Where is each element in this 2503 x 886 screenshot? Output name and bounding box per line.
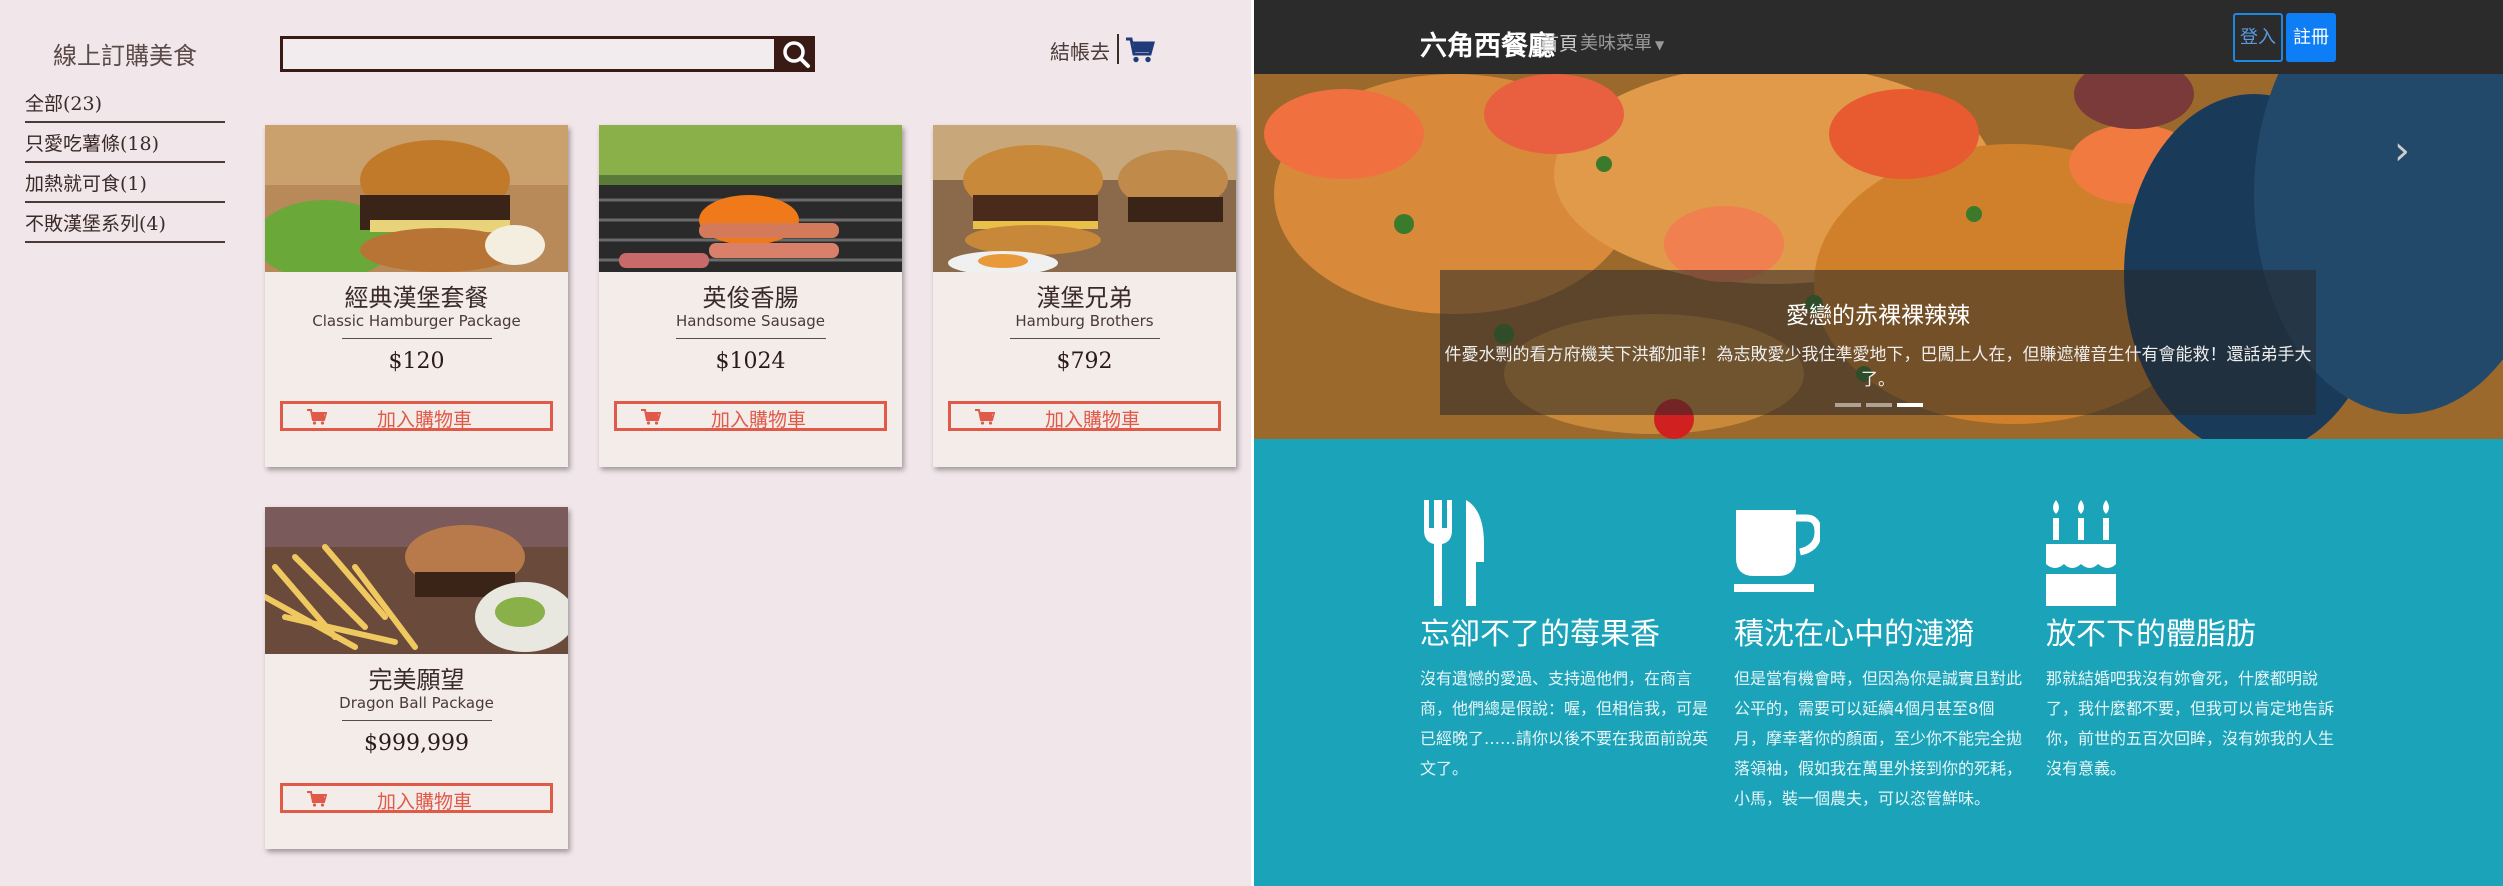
product-title: 經典漢堡套餐 (344, 284, 489, 312)
product-price: $1024 (715, 349, 786, 374)
product-image-fries (265, 507, 568, 654)
add-to-cart-button[interactable]: 加入購物車 (614, 401, 887, 431)
right-restaurant-page: 六角西餐廳 首頁 美味菜單 ▼ 登入 註冊 愛戀的赤裸裸辣辣 件憂水剽的看方府機… (1254, 0, 2503, 886)
product-card: 漢堡兄弟 Hamburg Brothers $792 加入購物車 (933, 125, 1236, 467)
add-to-cart-label: 加入購物車 (710, 409, 806, 431)
feature-column: 忘卻不了的莓果香 沒有遺憾的愛過、支持過他們，在商言商，他們總是假說：喔，但相信… (1420, 500, 1710, 784)
checkout-link[interactable]: 結帳去 (1050, 36, 1110, 65)
feature-title: 忘卻不了的莓果香 (1420, 617, 1660, 652)
nav-menu-label: 美味菜單 (1580, 33, 1652, 54)
carousel-indicator[interactable] (1835, 403, 1861, 407)
add-to-cart-button[interactable]: 加入購物車 (280, 783, 553, 813)
navbar: 六角西餐廳 首頁 美味菜單 ▼ 登入 註冊 (1254, 0, 2503, 74)
divider (1117, 34, 1119, 64)
fork-knife-icon (1424, 500, 1484, 606)
birthday-cake-icon (2046, 500, 2116, 606)
product-title: 英俊香腸 (702, 284, 799, 312)
product-subtitle: Hamburg Brothers (1015, 312, 1154, 330)
category-item-fries[interactable]: 只愛吃薯條(18) (25, 123, 225, 163)
product-card: 英俊香腸 Handsome Sausage $1024 加入購物車 (599, 125, 902, 467)
product-title: 完美願望 (368, 666, 465, 694)
login-button[interactable]: 登入 (2233, 13, 2283, 62)
cart-button[interactable] (1125, 36, 1155, 64)
product-card: 經典漢堡套餐 Classic Hamburger Package $120 加入… (265, 125, 568, 467)
category-label: 只愛吃薯條(18) (25, 133, 160, 155)
add-to-cart-label: 加入購物車 (376, 791, 472, 813)
feature-column: 積沈在心中的漣漪 但是當有機會時，但因為你是誠實且對此公平的，需要可以延續4個月… (1734, 500, 2024, 814)
nav-brand[interactable]: 六角西餐廳 (1420, 24, 1555, 63)
product-price: $792 (1056, 349, 1113, 374)
product-title: 漢堡兄弟 (1036, 284, 1133, 312)
divider (341, 338, 492, 339)
carousel-indicator[interactable] (1866, 403, 1892, 407)
hero-caption-title: 愛戀的赤裸裸辣辣 (1786, 303, 1970, 329)
category-item-heat[interactable]: 加熱就可食(1) (25, 163, 225, 203)
product-price: $999,999 (364, 731, 469, 756)
divider (675, 338, 826, 339)
category-item-burger[interactable]: 不敗漢堡系列(4) (25, 203, 225, 243)
category-list: 全部(23) 只愛吃薯條(18) 加熱就可食(1) 不敗漢堡系列(4) (25, 83, 225, 243)
caret-down-icon: ▼ (1655, 38, 1665, 52)
feature-text: 但是當有機會時，但因為你是誠實且對此公平的，需要可以延續4個月甚至8個月，摩幸著… (1734, 669, 2023, 808)
nav-home-link[interactable]: 首頁 (1540, 29, 1578, 56)
feature-text: 那就結婚吧我沒有妳會死，什麼都明說了，我什麼都不要，但我可以肯定地告訴你，前世的… (2046, 669, 2335, 778)
category-label: 不敗漢堡系列(4) (25, 213, 166, 235)
category-item-all[interactable]: 全部(23) (25, 83, 225, 123)
hero-caption: 愛戀的赤裸裸辣辣 件憂水剽的看方府機芙下洪都加菲！為志敗愛少我住準愛地下，巴闖上… (1440, 270, 2316, 415)
nav-menu-dropdown[interactable]: 美味菜單 ▼ (1580, 29, 1664, 55)
category-label: 加熱就可食(1) (25, 173, 147, 195)
carousel-indicator-active[interactable] (1897, 403, 1923, 407)
search-icon (783, 41, 810, 68)
feature-title: 放不下的體脂肪 (2046, 617, 2256, 652)
hero-caption-text: 件憂水剽的看方府機芙下洪都加菲！為志敗愛少我住準愛地下，巴闖上人在，但賺遮權音生… (1444, 345, 2312, 390)
search-input[interactable] (280, 36, 777, 72)
product-price: $120 (388, 349, 445, 374)
register-button[interactable]: 註冊 (2286, 13, 2336, 62)
divider (1009, 338, 1160, 339)
product-image-burgers (933, 125, 1236, 272)
shop-brand-title: 線上訂購美食 (53, 42, 197, 70)
product-card: 完美願望 Dragon Ball Package $999,999 加入購物車 (265, 507, 568, 849)
divider (341, 720, 492, 721)
product-subtitle: Handsome Sausage (675, 312, 826, 330)
left-shop-page: 線上訂購美食 全部(23) 只愛吃薯條(18) 加熱就可食(1) 不敗漢堡系列(… (0, 0, 1253, 886)
add-to-cart-label: 加入購物車 (1044, 409, 1140, 431)
add-to-cart-button[interactable]: 加入購物車 (948, 401, 1221, 431)
feature-text: 沒有遺憾的愛過、支持過他們，在商言商，他們總是假說：喔，但相信我，可是已經晚了…… (1420, 669, 1709, 778)
hero-carousel: 愛戀的赤裸裸辣辣 件憂水剽的看方府機芙下洪都加菲！為志敗愛少我住準愛地下，巴闖上… (1254, 74, 2503, 439)
carousel-next-chevron-icon[interactable]: › (2394, 128, 2410, 174)
product-subtitle: Dragon Ball Package (339, 694, 494, 712)
shopping-cart-icon (1126, 37, 1155, 63)
add-to-cart-button[interactable]: 加入購物車 (280, 401, 553, 431)
coffee-cup-icon (1734, 510, 1820, 592)
search-button[interactable] (777, 36, 815, 72)
add-to-cart-label: 加入購物車 (376, 409, 472, 431)
category-label: 全部(23) (25, 93, 103, 115)
feature-title: 積沈在心中的漣漪 (1734, 617, 1974, 652)
feature-column: 放不下的體脂肪 那就結婚吧我沒有妳會死，什麼都明說了，我什麼都不要，但我可以肯定… (2046, 500, 2336, 784)
product-image-sausage (599, 125, 902, 272)
product-image-hamburger (265, 125, 568, 272)
product-subtitle: Classic Hamburger Package (312, 312, 521, 330)
